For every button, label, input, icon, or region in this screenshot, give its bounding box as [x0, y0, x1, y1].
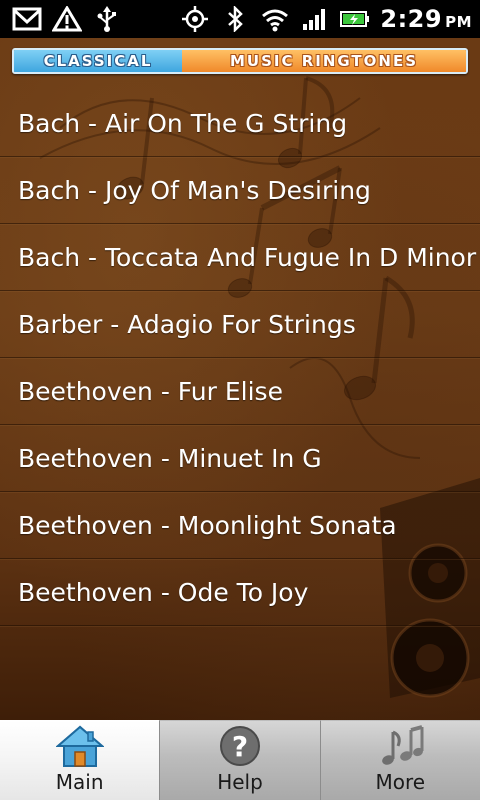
list-item-label: Bach - Air On The G String [18, 108, 348, 138]
tab-help-label: Help [217, 770, 263, 794]
list-item[interactable]: Barber - Adagio For Strings [0, 291, 480, 358]
banner-music-ringtones: Music Ringtones [182, 50, 466, 72]
list-item-label: Beethoven - Minuet In G [18, 443, 322, 473]
list-item-label: Bach - Toccata And Fugue In D Minor [18, 242, 477, 272]
banner-classical: Classical [14, 50, 182, 72]
wifi-icon [260, 6, 290, 32]
list-item[interactable]: Bach - Air On The G String [0, 90, 480, 157]
list-item[interactable]: Bach - Toccata And Fugue In D Minor [0, 224, 480, 291]
gmail-icon [12, 6, 42, 32]
list-item[interactable]: Beethoven - Moonlight Sonata [0, 492, 480, 559]
list-item-label: Barber - Adagio For Strings [18, 309, 356, 339]
gps-icon [180, 6, 210, 32]
status-bar: 2:29 PM [0, 0, 480, 38]
list-item-label: Bach - Joy Of Man's Desiring [18, 175, 371, 205]
signal-icon [300, 6, 330, 32]
tab-more[interactable]: More [319, 720, 480, 800]
warning-icon [52, 6, 82, 32]
list-item[interactable]: Beethoven - Ode To Joy [0, 559, 480, 626]
bluetooth-icon [220, 6, 250, 32]
tab-main-label: Main [55, 770, 104, 794]
list-item-label: Beethoven - Ode To Joy [18, 577, 309, 607]
tab-help[interactable]: ? Help [159, 720, 320, 800]
app-title-banner: Classical Music Ringtones [12, 48, 468, 74]
tab-more-label: More [375, 770, 426, 794]
main-content: Classical Music Ringtones Bach - Air On … [0, 38, 480, 720]
list-item-label: Beethoven - Fur Elise [18, 376, 283, 406]
bottom-tab-bar: Main ? Help More [0, 720, 480, 800]
music-notes-icon [376, 724, 424, 768]
ringtone-list: Bach - Air On The G String Bach - Joy Of… [0, 90, 480, 626]
tab-main[interactable]: Main [0, 720, 160, 800]
svg-text:?: ? [232, 730, 248, 763]
list-item[interactable]: Beethoven - Fur Elise [0, 358, 480, 425]
list-item[interactable]: Beethoven - Minuet In G [0, 425, 480, 492]
battery-icon [340, 6, 370, 32]
usb-icon [92, 6, 122, 32]
clock: 2:29 PM [380, 5, 472, 33]
list-item-label: Beethoven - Moonlight Sonata [18, 510, 397, 540]
list-item[interactable]: Bach - Joy Of Man's Desiring [0, 157, 480, 224]
home-icon [55, 724, 104, 768]
help-icon: ? [216, 724, 264, 768]
